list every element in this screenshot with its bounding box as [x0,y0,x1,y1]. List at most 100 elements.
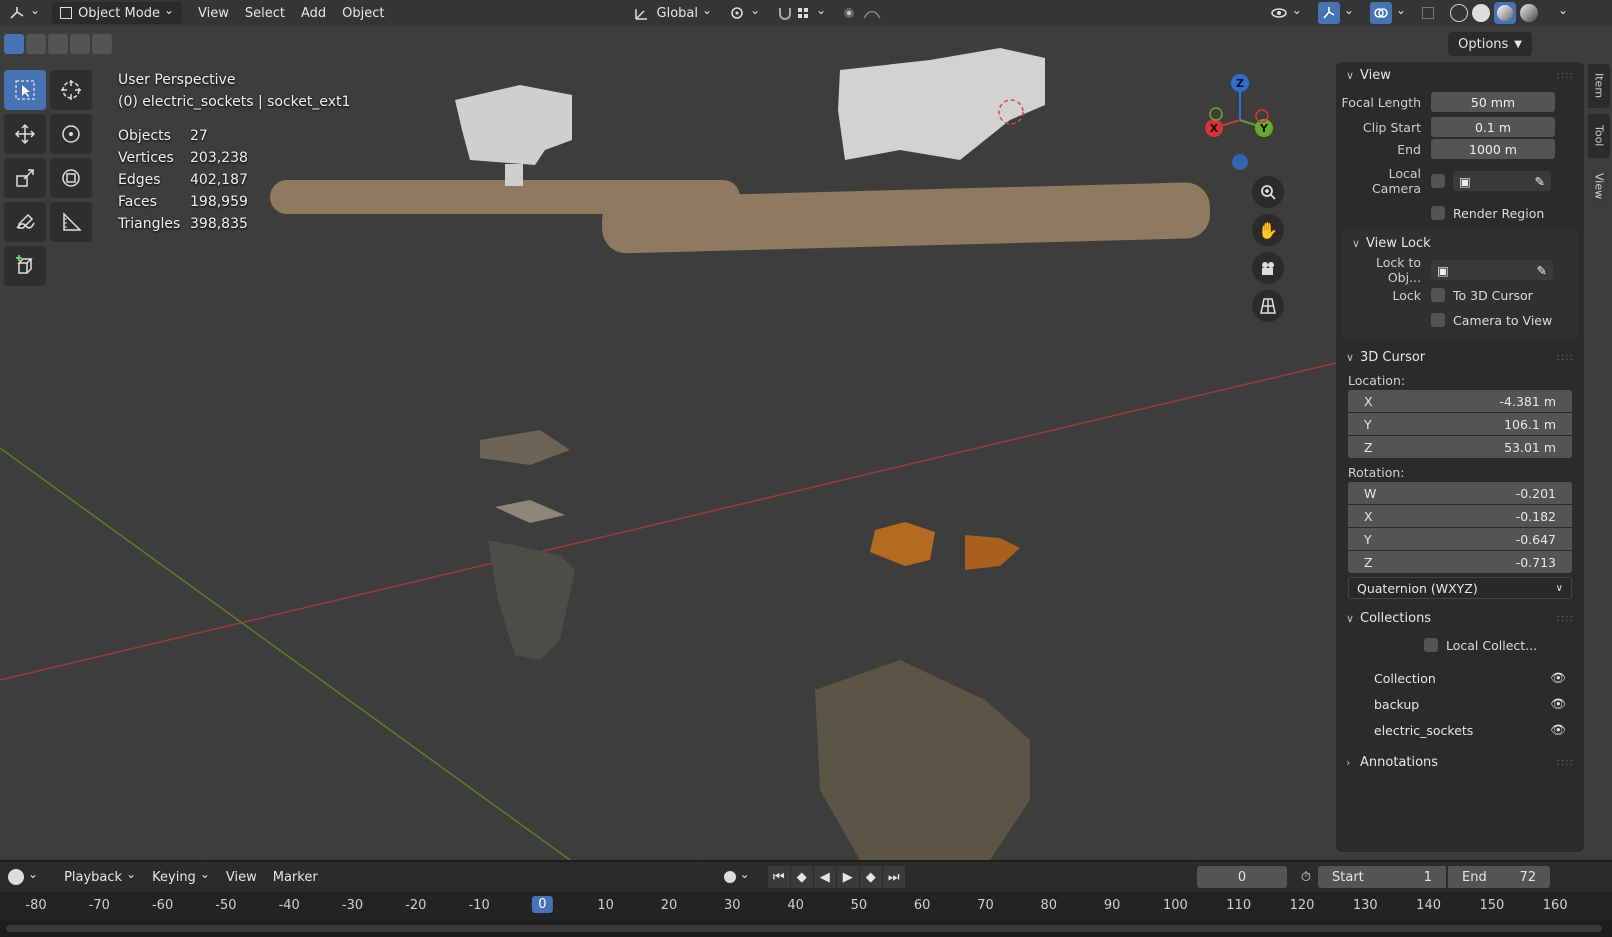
editor-type-button[interactable] [0,2,48,24]
menu-object[interactable]: Object [334,2,392,24]
select-subtract-icon[interactable] [48,34,68,54]
xray-toggle[interactable] [1414,2,1442,24]
add-cube-tool[interactable] [4,246,46,286]
field-label: Start [1332,869,1364,885]
menu-marker[interactable]: Marker [265,866,326,888]
timeline-editor-type[interactable] [0,866,46,888]
material-shading-icon[interactable] [1493,2,1516,24]
3d-viewport[interactable]: Object Mode View Select Add Object Globa… [0,0,1612,860]
pan-button[interactable]: ✋ [1252,214,1284,246]
end-frame-field[interactable]: End 72 [1448,866,1550,888]
clip-end-field[interactable]: 1000 m [1431,139,1555,159]
local-camera-checkbox[interactable] [1431,174,1445,188]
shading-options-dropdown[interactable] [1546,2,1612,24]
tab-tool[interactable]: Tool [1588,114,1610,158]
menu-keying[interactable]: Keying [144,866,218,888]
play-button[interactable]: ▶ [836,866,859,888]
render-region-checkbox[interactable] [1431,206,1445,220]
measure-tool[interactable] [50,202,92,242]
cursor-rotation-x[interactable]: X -0.182 [1348,505,1572,527]
eyedropper-icon[interactable]: ✎ [1537,263,1547,278]
current-frame-field[interactable]: 0 [1197,866,1287,888]
eye-icon[interactable]: 👁 [1550,670,1566,686]
overlays-toggle[interactable] [1362,2,1414,24]
cursor-rotation-w[interactable]: W -0.201 [1348,482,1572,504]
cursor-rotation-y[interactable]: Y -0.647 [1348,528,1572,550]
proportional-edit-toggle[interactable] [834,2,896,24]
menu-playback[interactable]: Playback [56,866,144,888]
collection-item[interactable]: backup 👁 [1336,691,1584,717]
select-invert-icon[interactable] [70,34,90,54]
eyedropper-icon[interactable]: ✎ [1535,174,1545,189]
timeline-scrollbar[interactable] [0,920,1612,937]
clip-start-field[interactable]: 0.1 m [1431,117,1555,137]
3d-cursor-panel-header[interactable]: ∨ 3D Cursor:::: [1336,344,1584,370]
jump-start-button[interactable]: ⏮ [767,866,790,888]
eye-icon[interactable]: 👁 [1550,696,1566,712]
perspective-toggle-button[interactable] [1252,290,1284,322]
cursor-rotation-z[interactable]: Z -0.713 [1348,551,1572,573]
next-keyframe-button[interactable]: ◆ [859,866,882,888]
focal-length-field[interactable]: 50 mm [1431,92,1555,112]
jump-end-button[interactable]: ⏭ [882,866,905,888]
shading-buttons[interactable] [1442,2,1546,24]
visibility-dropdown[interactable] [1262,2,1310,24]
rendered-shading-icon[interactable] [1519,4,1538,22]
camera-to-view-checkbox[interactable] [1431,313,1445,327]
cursor-location-z[interactable]: Z 53.01 m [1348,436,1572,458]
rotation-mode-select[interactable]: Quaternion (WXYZ) ∨ [1348,577,1572,599]
gizmo-toggle[interactable] [1310,2,1362,24]
start-frame-field[interactable]: Start 1 [1318,866,1446,888]
cursor-location-x[interactable]: X -4.381 m [1348,390,1572,412]
play-reverse-button[interactable]: ◀ [813,866,836,888]
cursor-location-y[interactable]: Y 106.1 m [1348,413,1572,435]
tab-item[interactable]: Item [1588,64,1610,108]
transform-tool[interactable] [50,158,92,198]
solid-shading-icon[interactable] [1471,4,1490,22]
wireframe-shading-icon[interactable] [1449,4,1468,22]
navigation-gizmo[interactable]: Z Y X [1200,70,1280,170]
lock-object-field[interactable]: ▣ ✎ [1431,260,1553,280]
prev-keyframe-button[interactable]: ◆ [790,866,813,888]
drag-handle-icon[interactable]: :::: [1557,757,1574,768]
select-intersect-icon[interactable] [92,34,112,54]
auto-keying-toggle[interactable] [716,866,758,888]
local-collections-checkbox[interactable] [1424,638,1438,652]
orientation-dropdown[interactable]: Global [625,2,721,24]
menu-view[interactable]: View [190,2,237,24]
zoom-button[interactable] [1252,176,1284,208]
select-extend-icon[interactable] [26,34,46,54]
tab-view[interactable]: View [1588,164,1610,208]
menu-timeline-view[interactable]: View [218,866,265,888]
to-3d-cursor-checkbox[interactable] [1431,288,1445,302]
eye-icon[interactable]: 👁 [1550,722,1566,738]
collection-item[interactable]: Collection 👁 [1336,665,1584,691]
menu-add[interactable]: Add [293,2,334,24]
snap-toggle[interactable] [768,2,834,24]
options-dropdown[interactable]: Options ▼ [1448,32,1532,56]
scale-tool[interactable] [4,158,46,198]
annotate-tool[interactable] [4,202,46,242]
collections-panel-header[interactable]: ∨ Collections:::: [1336,605,1584,631]
pivot-dropdown[interactable] [720,2,768,24]
ruler-measure-icon [63,212,82,231]
select-box-tool[interactable] [4,70,46,110]
mode-dropdown[interactable]: Object Mode [52,2,183,24]
annotations-panel-header[interactable]: › Annotations:::: [1336,749,1584,775]
view-lock-header[interactable]: ∨ View Lock [1342,230,1578,256]
drag-handle-icon[interactable]: :::: [1557,352,1574,363]
scrollbar-thumb[interactable] [6,925,1602,932]
camera-view-button[interactable] [1252,252,1284,284]
drag-handle-icon[interactable]: :::: [1557,613,1574,624]
timeline-ruler[interactable]: -80 -70 -60 -50 -40 -30 -20 -10 0 10 20 30 40 50 60 70 8… [0,892,1612,920]
drag-handle-icon[interactable]: :::: [1557,70,1574,81]
select-new-icon[interactable] [4,34,24,54]
collection-item[interactable]: electric_sockets 👁 [1336,717,1584,743]
view-panel-header[interactable]: ∨ View:::: [1336,62,1584,88]
cursor-tool[interactable] [50,70,92,110]
move-tool[interactable] [4,114,46,154]
preview-range-toggle[interactable]: ⏱ [1295,866,1317,888]
menu-select[interactable]: Select [237,2,293,24]
rotate-tool[interactable] [50,114,92,154]
camera-object-field[interactable]: ▣ ✎ [1453,171,1551,191]
